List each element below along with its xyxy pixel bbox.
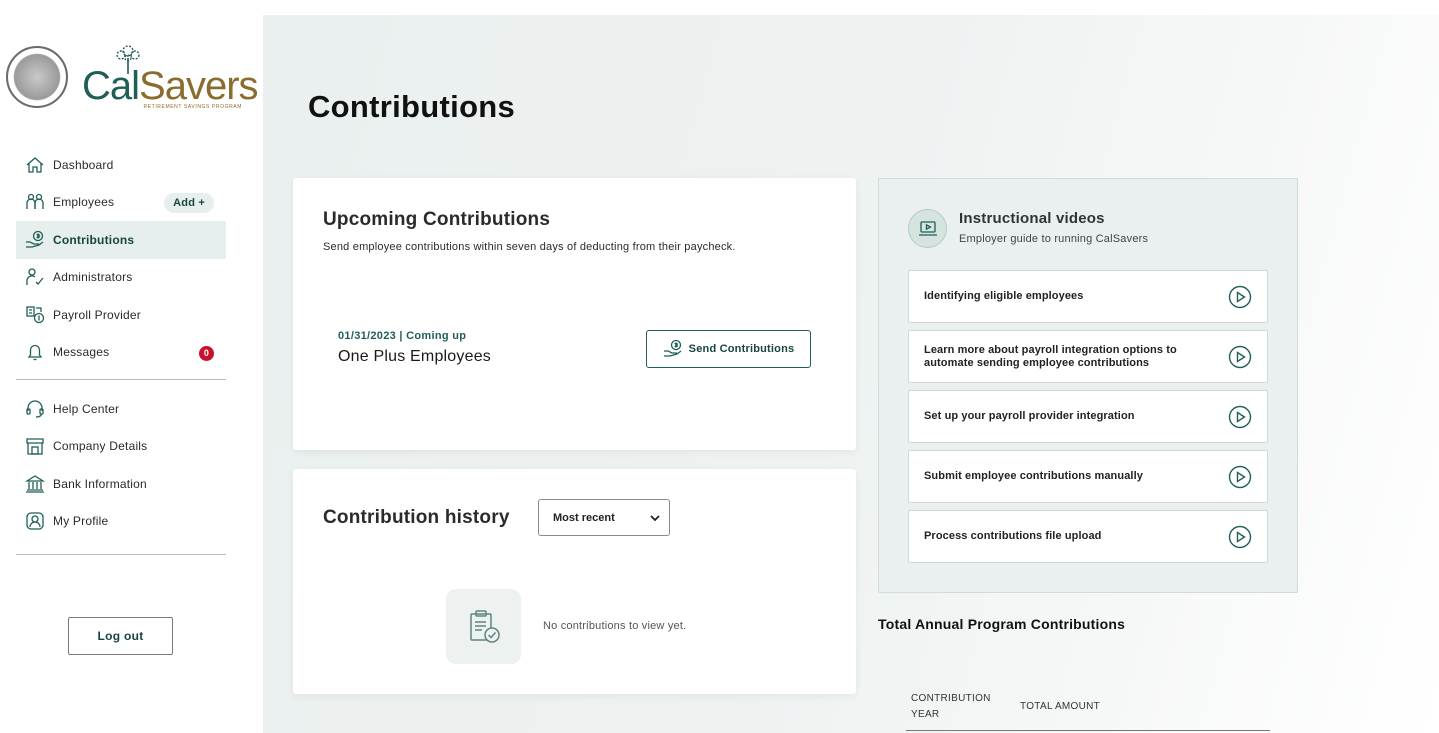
chevron-down-icon xyxy=(650,515,660,522)
sidebar-item-label: Administrators xyxy=(53,270,133,285)
sidebar-item-label: Employees xyxy=(53,195,115,210)
store-icon xyxy=(24,435,46,457)
video-item[interactable]: Identifying eligible employees xyxy=(908,270,1268,323)
sidebar-item-label: Dashboard xyxy=(53,157,114,172)
logo-area: CalSavers RETIREMENT SAVINGS PROGRAM xyxy=(6,44,259,110)
contribution-date-status: 01/31/2023 | Coming up xyxy=(338,330,467,342)
messages-count-badge: 0 xyxy=(199,345,214,361)
sidebar-item-label: Payroll Provider xyxy=(53,307,141,322)
brand-name-savers: Savers xyxy=(139,64,258,108)
hand-dollar-icon xyxy=(663,339,682,357)
videos-title: Instructional videos xyxy=(959,210,1105,227)
play-icon[interactable] xyxy=(1228,525,1252,549)
column-header-year: CONTRIBUTION YEAR xyxy=(911,693,991,720)
sidebar-divider xyxy=(16,379,226,380)
video-item[interactable]: Set up your payroll provider integration xyxy=(908,390,1268,443)
history-sort-select[interactable]: Most recent xyxy=(538,499,670,536)
employer-name: One Plus Employees xyxy=(338,348,492,365)
sidebar-item-contributions[interactable]: Contributions xyxy=(16,221,226,259)
instructional-videos-panel: Instructional videos Employer guide to r… xyxy=(878,178,1298,593)
video-laptop-icon xyxy=(908,209,947,248)
sidebar-item-label: Bank Information xyxy=(53,476,147,491)
sidebar-item-label: Messages xyxy=(53,345,110,360)
sidebar-item-dashboard[interactable]: Dashboard xyxy=(16,146,226,184)
payroll-icon xyxy=(24,304,46,326)
sidebar: CalSavers RETIREMENT SAVINGS PROGRAM Das… xyxy=(0,0,263,733)
headset-icon xyxy=(24,398,46,420)
profile-icon xyxy=(24,510,46,532)
sidebar-divider xyxy=(16,554,226,555)
state-seal-logo xyxy=(6,46,68,108)
column-header-amount: TOTAL AMOUNT xyxy=(1020,701,1101,712)
history-title: Contribution history xyxy=(323,507,510,528)
people-icon xyxy=(24,191,46,213)
brand-tagline: RETIREMENT SAVINGS PROGRAM xyxy=(143,104,242,110)
logout-button[interactable]: Log out xyxy=(68,617,173,655)
video-item-label: Submit employee contributions manually xyxy=(924,470,1143,482)
empty-clipboard-illustration xyxy=(446,589,521,664)
sidebar-item-help-center[interactable]: Help Center xyxy=(16,390,226,428)
clipboard-check-icon xyxy=(469,609,500,643)
sidebar-item-label: Help Center xyxy=(53,401,120,416)
contribution-history-card: Contribution history Most recent No cont… xyxy=(293,469,856,694)
totals-table-header: CONTRIBUTION YEAR TOTAL AMOUNT xyxy=(906,691,1270,731)
brand-name-cal: Cal xyxy=(82,64,140,108)
add-employee-button[interactable]: Add + xyxy=(164,192,214,213)
video-item[interactable]: Process contributions file upload xyxy=(908,510,1268,563)
video-item[interactable]: Learn more about payroll integration opt… xyxy=(908,330,1268,383)
admin-icon xyxy=(24,266,46,288)
sidebar-item-messages[interactable]: Messages 0 xyxy=(16,334,226,372)
upcoming-contributions-card: Upcoming Contributions Send employee con… xyxy=(293,178,856,450)
sidebar-item-label: Company Details xyxy=(53,439,148,454)
bell-icon xyxy=(24,341,46,363)
empty-history-text: No contributions to view yet. xyxy=(543,620,687,632)
video-item-label: Set up your payroll provider integration xyxy=(924,410,1135,422)
sidebar-item-label: Contributions xyxy=(53,232,135,247)
play-icon[interactable] xyxy=(1228,405,1252,429)
hand-dollar-icon xyxy=(24,229,46,251)
sidebar-item-payroll-provider[interactable]: Payroll Provider xyxy=(16,296,226,334)
video-item-label: Process contributions file upload xyxy=(924,530,1102,542)
video-list: Identifying eligible employees Learn mor… xyxy=(908,270,1268,570)
send-contributions-button[interactable]: Send Contributions xyxy=(646,330,811,368)
play-icon[interactable] xyxy=(1228,285,1252,309)
sidebar-item-my-profile[interactable]: My Profile xyxy=(16,503,226,541)
sidebar-item-bank-information[interactable]: Bank Information xyxy=(16,465,226,503)
calsavers-logo[interactable]: CalSavers RETIREMENT SAVINGS PROGRAM xyxy=(82,44,259,110)
video-item[interactable]: Submit employee contributions manually xyxy=(908,450,1268,503)
upcoming-subtitle: Send employee contributions within seven… xyxy=(323,241,736,253)
sidebar-item-employees[interactable]: Employees Add + xyxy=(16,184,226,222)
send-contributions-label: Send Contributions xyxy=(688,343,795,355)
home-icon xyxy=(24,154,46,176)
sort-selected-value: Most recent xyxy=(553,511,615,524)
play-icon[interactable] xyxy=(1228,345,1252,369)
brand-name: CalSavers xyxy=(82,64,259,108)
upcoming-title: Upcoming Contributions xyxy=(323,209,551,230)
sidebar-item-company-details[interactable]: Company Details xyxy=(16,428,226,466)
sidebar-nav: Dashboard Employees Add + Contributions … xyxy=(16,146,226,565)
page-title: Contributions xyxy=(308,89,516,124)
sidebar-item-administrators[interactable]: Administrators xyxy=(16,259,226,297)
video-item-label: Learn more about payroll integration opt… xyxy=(924,343,1177,369)
play-icon[interactable] xyxy=(1228,465,1252,489)
videos-subtitle: Employer guide to running CalSavers xyxy=(959,233,1149,245)
bank-icon xyxy=(24,473,46,495)
total-contributions-title: Total Annual Program Contributions xyxy=(878,616,1126,632)
sidebar-item-label: My Profile xyxy=(53,514,109,529)
video-item-label: Identifying eligible employees xyxy=(924,290,1084,302)
main-content: Contributions Upcoming Contributions Sen… xyxy=(263,15,1439,733)
